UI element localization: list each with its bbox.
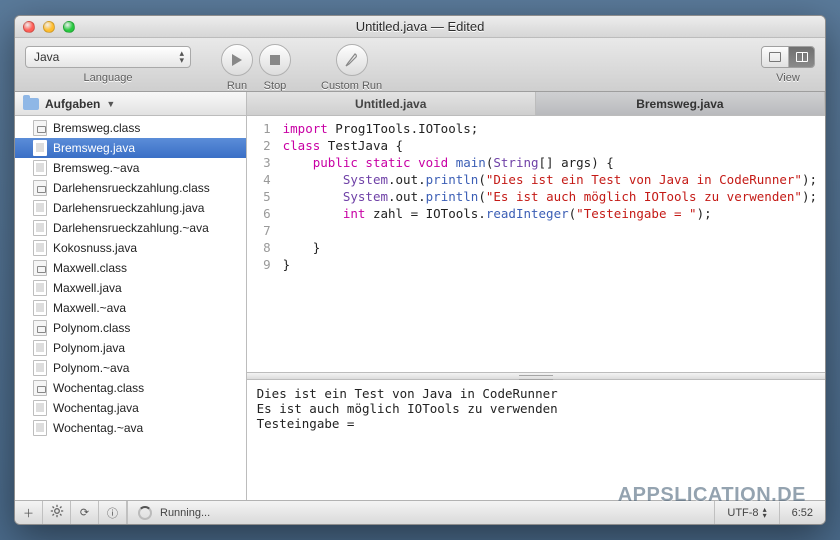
file-item-label: Wochentag.class bbox=[53, 381, 144, 395]
class-file-icon bbox=[33, 380, 47, 396]
class-file-icon bbox=[33, 320, 47, 336]
folder-icon bbox=[23, 98, 39, 110]
language-selector[interactable]: Java ▴▾ bbox=[25, 46, 191, 68]
file-item-label: Bremsweg.class bbox=[53, 121, 140, 135]
file-item-label: Kokosnuss.java bbox=[53, 241, 137, 255]
cursor-position: 6:52 bbox=[779, 501, 825, 524]
file-item[interactable]: Darlehensrueckzahlung.class bbox=[15, 178, 246, 198]
info-icon: ⓘ bbox=[107, 505, 118, 521]
editor-tabs: Untitled.javaBremsweg.java bbox=[247, 92, 825, 116]
line-gutter: 123456789 bbox=[247, 116, 277, 372]
view-label: View bbox=[776, 72, 800, 84]
toolbar: Java ▴▾ Language Run Stop Custom Run bbox=[15, 38, 825, 92]
view-split-button[interactable] bbox=[788, 47, 814, 67]
encoding-selector[interactable]: UTF-8 ▴▾ bbox=[714, 501, 778, 524]
status-text: Running... bbox=[160, 507, 210, 519]
custom-run-button-label: Custom Run bbox=[321, 80, 382, 92]
file-item-label: Polynom.java bbox=[53, 341, 125, 355]
java-file-icon bbox=[33, 420, 47, 436]
file-item[interactable]: Polynom.~ava bbox=[15, 358, 246, 378]
language-selector-label: Language bbox=[84, 72, 133, 84]
file-item-label: Wochentag.java bbox=[53, 401, 139, 415]
file-item-label: Darlehensrueckzahlung.class bbox=[53, 181, 210, 195]
java-file-icon bbox=[33, 160, 47, 176]
file-item-label: Darlehensrueckzahlung.~ava bbox=[53, 221, 209, 235]
file-item-label: Maxwell.class bbox=[53, 261, 127, 275]
app-window: Untitled.java — Edited Java ▴▾ Language … bbox=[14, 15, 826, 525]
java-file-icon bbox=[33, 400, 47, 416]
info-button[interactable]: ⓘ bbox=[99, 501, 127, 524]
file-item[interactable]: Wochentag.class bbox=[15, 378, 246, 398]
java-file-icon bbox=[33, 200, 47, 216]
file-item[interactable]: Kokosnuss.java bbox=[15, 238, 246, 258]
spinner-icon bbox=[138, 506, 152, 520]
window-title-text: Untitled.java — Edited bbox=[356, 19, 485, 34]
titlebar: Untitled.java — Edited bbox=[15, 16, 825, 38]
path-folder-name: Aufgaben bbox=[45, 97, 100, 111]
java-file-icon bbox=[33, 140, 47, 156]
file-item[interactable]: Bremsweg.~ava bbox=[15, 158, 246, 178]
java-file-icon bbox=[33, 240, 47, 256]
java-file-icon bbox=[33, 280, 47, 296]
file-item[interactable]: Polynom.class bbox=[15, 318, 246, 338]
java-file-icon bbox=[33, 220, 47, 236]
stop-button-label: Stop bbox=[264, 80, 287, 92]
console-output[interactable]: Dies ist ein Test von Java in CodeRunner… bbox=[247, 380, 825, 500]
file-item[interactable]: Maxwell.~ava bbox=[15, 298, 246, 318]
encoding-value: UTF-8 bbox=[727, 507, 758, 519]
java-file-icon bbox=[33, 360, 47, 376]
reload-icon: ⟳ bbox=[80, 506, 89, 519]
plus-icon: ＋ bbox=[23, 505, 34, 521]
main-area: Untitled.javaBremsweg.java 123456789 imp… bbox=[247, 92, 825, 500]
file-item[interactable]: Darlehensrueckzahlung.~ava bbox=[15, 218, 246, 238]
code-editor[interactable]: 123456789 import Prog1Tools.IOTools;clas… bbox=[247, 116, 825, 372]
file-item-label: Maxwell.~ava bbox=[53, 301, 126, 315]
status-bar: ＋ ⟳ ⓘ Running... UTF-8 ▴▾ 6:52 bbox=[15, 500, 825, 524]
chevron-updown-icon: ▴▾ bbox=[763, 507, 767, 519]
body: Aufgaben ▼ Bremsweg.classBremsweg.javaBr… bbox=[15, 92, 825, 500]
view-mode-segmented[interactable] bbox=[761, 46, 815, 68]
cursor-position-value: 6:52 bbox=[792, 507, 813, 519]
file-item[interactable]: Maxwell.java bbox=[15, 278, 246, 298]
file-item-label: Bremsweg.java bbox=[53, 141, 135, 155]
java-file-icon bbox=[33, 340, 47, 356]
code-content[interactable]: import Prog1Tools.IOTools;class TestJava… bbox=[277, 116, 825, 372]
file-item-label: Bremsweg.~ava bbox=[53, 161, 139, 175]
file-item-label: Maxwell.java bbox=[53, 281, 122, 295]
file-item[interactable]: Darlehensrueckzahlung.java bbox=[15, 198, 246, 218]
path-bar[interactable]: Aufgaben ▼ bbox=[15, 92, 246, 116]
file-item-label: Polynom.class bbox=[53, 321, 130, 335]
file-item[interactable]: Polynom.java bbox=[15, 338, 246, 358]
file-item[interactable]: Wochentag.java bbox=[15, 398, 246, 418]
class-file-icon bbox=[33, 260, 47, 276]
file-item[interactable]: Wochentag.~ava bbox=[15, 418, 246, 438]
file-item-label: Wochentag.~ava bbox=[53, 421, 143, 435]
gear-icon bbox=[50, 504, 64, 521]
language-selector-value: Java bbox=[34, 50, 59, 64]
file-item-label: Darlehensrueckzahlung.java bbox=[53, 201, 204, 215]
java-file-icon bbox=[33, 300, 47, 316]
file-item[interactable]: Bremsweg.class bbox=[15, 118, 246, 138]
sidebar: Aufgaben ▼ Bremsweg.classBremsweg.javaBr… bbox=[15, 92, 247, 500]
custom-run-button[interactable] bbox=[336, 44, 368, 76]
run-button[interactable] bbox=[221, 44, 253, 76]
file-item-label: Polynom.~ava bbox=[53, 361, 129, 375]
reload-button[interactable]: ⟳ bbox=[71, 501, 99, 524]
view-single-button[interactable] bbox=[762, 47, 788, 67]
chevron-down-icon: ▼ bbox=[106, 99, 115, 109]
file-list[interactable]: Bremsweg.class Bremsweg.java Bremsweg.~ava… bbox=[15, 116, 246, 500]
add-button[interactable]: ＋ bbox=[15, 501, 43, 524]
editor-tab[interactable]: Untitled.java bbox=[247, 92, 536, 115]
action-button[interactable] bbox=[43, 501, 71, 524]
split-handle[interactable] bbox=[247, 372, 825, 380]
file-item[interactable]: Maxwell.class bbox=[15, 258, 246, 278]
class-file-icon bbox=[33, 120, 47, 136]
class-file-icon bbox=[33, 180, 47, 196]
chevron-updown-icon: ▴▾ bbox=[179, 50, 184, 64]
run-button-label: Run bbox=[227, 80, 247, 92]
editor-tab[interactable]: Bremsweg.java bbox=[536, 92, 825, 115]
stop-button[interactable] bbox=[259, 44, 291, 76]
window-title: Untitled.java — Edited bbox=[15, 19, 825, 34]
file-item[interactable]: Bremsweg.java bbox=[15, 138, 246, 158]
